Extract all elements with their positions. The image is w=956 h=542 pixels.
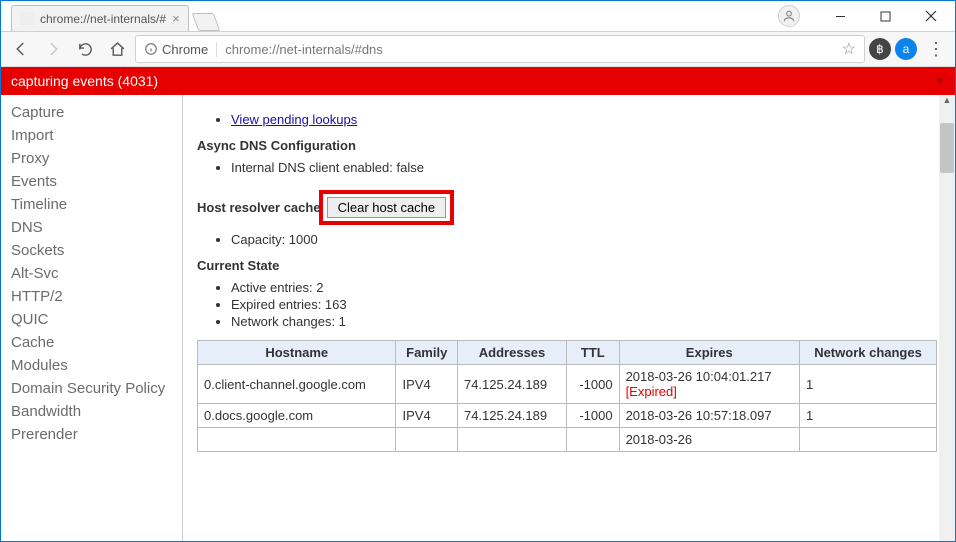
bookmark-star-icon[interactable]: ☆ (842, 39, 856, 59)
scrollbar[interactable]: ▲ (939, 95, 955, 541)
state-item: Active entries: 2 (231, 279, 937, 296)
extension-icon-2[interactable]: a (895, 38, 917, 60)
column-header: Hostname (198, 341, 396, 365)
chip-label: Chrome (162, 42, 208, 57)
sidebar-item-sockets[interactable]: Sockets (1, 239, 182, 262)
url-text: chrome://net-internals/#dns (216, 42, 383, 57)
table-cell: 2018-03-26 10:04:01.217[Expired] (619, 365, 799, 404)
clear-host-cache-button[interactable]: Clear host cache (327, 197, 447, 218)
capacity-item: Capacity: 1000 (231, 231, 937, 248)
column-header: Network changes (800, 341, 937, 365)
scroll-up-icon[interactable]: ▲ (939, 95, 955, 105)
sidebar-item-dns[interactable]: DNS (1, 216, 182, 239)
tab-title: chrome://net-internals/# (40, 12, 166, 26)
sidebar-item-domain-security-policy[interactable]: Domain Security Policy (1, 377, 182, 400)
info-icon (144, 42, 158, 56)
reload-button[interactable] (71, 35, 99, 63)
main-panel: View pending lookups Async DNS Configura… (183, 95, 955, 541)
tab-favicon (20, 12, 34, 26)
close-window-button[interactable] (908, 2, 953, 30)
table-cell: -1000 (567, 365, 619, 404)
table-cell: 0.docs.google.com (198, 404, 396, 428)
column-header: Addresses (457, 341, 566, 365)
table-cell: 2018-03-26 10:57:18.097 (619, 404, 799, 428)
column-header: Expires (619, 341, 799, 365)
table-cell: 74.125.24.189 (457, 404, 566, 428)
forward-button (39, 35, 67, 63)
maximize-button[interactable] (863, 2, 908, 30)
sidebar-item-events[interactable]: Events (1, 170, 182, 193)
sidebar-item-bandwidth[interactable]: Bandwidth (1, 400, 182, 423)
browser-tab[interactable]: chrome://net-internals/# × (11, 5, 189, 31)
close-tab-icon[interactable]: × (172, 11, 180, 26)
site-chip[interactable]: Chrome (144, 42, 208, 57)
table-cell (396, 428, 457, 452)
table-cell (800, 428, 937, 452)
status-text: capturing events (4031) (11, 73, 158, 89)
highlight-box: Clear host cache (319, 190, 455, 225)
table-cell: 1 (800, 404, 937, 428)
table-cell: 0.client-channel.google.com (198, 365, 396, 404)
column-header: Family (396, 341, 457, 365)
table-cell: 2018-03-26 (619, 428, 799, 452)
minimize-button[interactable] (818, 2, 863, 30)
new-tab-button[interactable] (191, 13, 220, 31)
dns-table: HostnameFamilyAddressesTTLExpiresNetwork… (197, 340, 937, 452)
content-area: CaptureImportProxyEventsTimelineDNSSocke… (1, 95, 955, 541)
chrome-menu-button[interactable]: ⋮ (921, 35, 949, 63)
pending-lookups-link[interactable]: View pending lookups (231, 112, 357, 127)
status-dropdown-icon[interactable]: ▼ (935, 76, 945, 87)
table-cell: 74.125.24.189 (457, 365, 566, 404)
column-header: TTL (567, 341, 619, 365)
status-bar: capturing events (4031) ▼ (1, 67, 955, 95)
sidebar-item-http-2[interactable]: HTTP/2 (1, 285, 182, 308)
sidebar-item-proxy[interactable]: Proxy (1, 147, 182, 170)
sidebar-item-cache[interactable]: Cache (1, 331, 182, 354)
sidebar-item-modules[interactable]: Modules (1, 354, 182, 377)
table-cell (567, 428, 619, 452)
back-button[interactable] (7, 35, 35, 63)
table-cell (198, 428, 396, 452)
home-button[interactable] (103, 35, 131, 63)
sidebar-item-capture[interactable]: Capture (1, 101, 182, 124)
host-resolver-label: Host resolver cache (197, 200, 321, 215)
sidebar-item-timeline[interactable]: Timeline (1, 193, 182, 216)
sidebar-item-prerender[interactable]: Prerender (1, 423, 182, 446)
table-cell (457, 428, 566, 452)
sidebar-item-quic[interactable]: QUIC (1, 308, 182, 331)
table-cell: -1000 (567, 404, 619, 428)
sidebar: CaptureImportProxyEventsTimelineDNSSocke… (1, 95, 183, 541)
table-row: 0.client-channel.google.comIPV474.125.24… (198, 365, 937, 404)
profile-icon[interactable] (778, 5, 800, 27)
tab-strip: chrome://net-internals/# × (1, 1, 955, 31)
state-item: Expired entries: 163 (231, 296, 937, 313)
table-cell: IPV4 (396, 365, 457, 404)
table-cell: 1 (800, 365, 937, 404)
async-dns-header: Async DNS Configuration (197, 138, 937, 153)
async-dns-item: Internal DNS client enabled: false (231, 159, 937, 176)
browser-toolbar: Chrome chrome://net-internals/#dns ☆ ฿ a… (1, 31, 955, 67)
sidebar-item-import[interactable]: Import (1, 124, 182, 147)
sidebar-item-alt-svc[interactable]: Alt-Svc (1, 262, 182, 285)
extension-icon-1[interactable]: ฿ (869, 38, 891, 60)
table-row: 0.docs.google.comIPV474.125.24.189-10002… (198, 404, 937, 428)
table-cell: IPV4 (396, 404, 457, 428)
state-item: Network changes: 1 (231, 313, 937, 330)
scroll-thumb[interactable] (940, 123, 954, 173)
current-state-header: Current State (197, 258, 937, 273)
address-bar[interactable]: Chrome chrome://net-internals/#dns ☆ (135, 35, 865, 63)
table-row: 2018-03-26 (198, 428, 937, 452)
